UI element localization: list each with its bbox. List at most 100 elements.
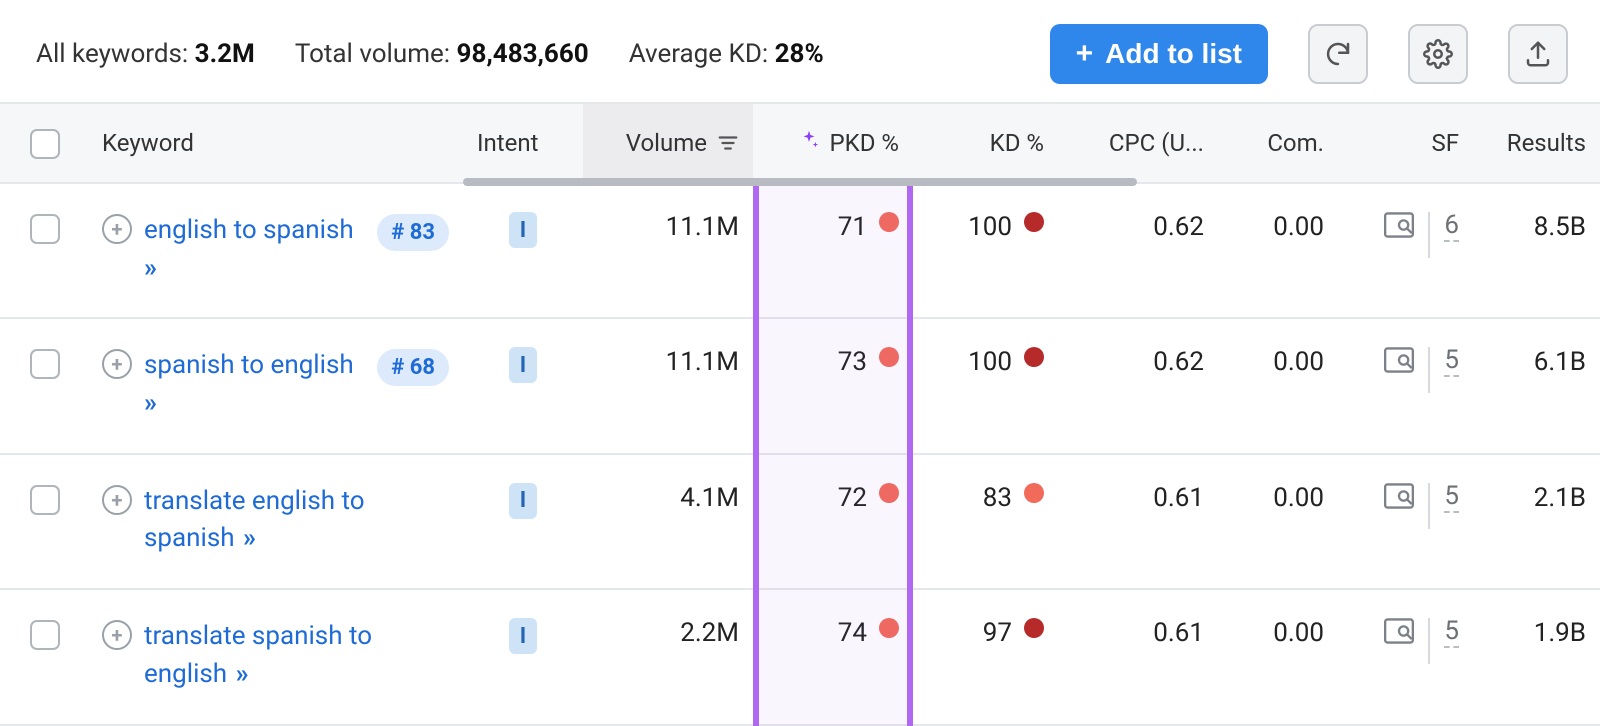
sf-count[interactable]: 6 xyxy=(1444,212,1459,242)
results-cell: 1.9B xyxy=(1473,618,1600,648)
pkd-cell: 71 xyxy=(753,212,913,242)
col-intent-label: Intent xyxy=(477,129,538,157)
cpc-cell: 0.61 xyxy=(1058,483,1218,513)
serp-features-icon xyxy=(1384,212,1414,245)
sf-count[interactable]: 5 xyxy=(1444,347,1459,377)
col-volume-label: Volume xyxy=(626,129,707,157)
keyword-link[interactable]: english to spanish » xyxy=(144,212,365,287)
col-results[interactable]: Results xyxy=(1473,129,1600,157)
kd-cell: 83 xyxy=(913,483,1058,513)
results-cell: 8.5B xyxy=(1473,212,1600,242)
settings-button[interactable] xyxy=(1408,24,1468,84)
col-cpc[interactable]: CPC (U... xyxy=(1058,129,1218,157)
horizontal-scroll-indicator[interactable] xyxy=(463,178,1137,186)
all-keywords-label: All keywords: xyxy=(36,39,195,69)
keyword-link[interactable]: translate english to spanish » xyxy=(144,483,404,558)
intent-cell: I xyxy=(463,347,583,383)
keyword-cell: + english to spanish » # 83 xyxy=(88,212,463,287)
sf-cell[interactable]: 5 xyxy=(1338,483,1473,529)
sf-count[interactable]: 5 xyxy=(1444,618,1459,648)
col-kd-label: KD % xyxy=(990,129,1044,157)
intent-cell: I xyxy=(463,618,583,654)
col-sf[interactable]: SF xyxy=(1338,129,1473,157)
table-row: + english to spanish » # 83 I 11.1M 71 1… xyxy=(0,184,1600,319)
intent-badge: I xyxy=(509,212,537,248)
row-checkbox[interactable] xyxy=(30,620,60,650)
select-all-cell[interactable] xyxy=(0,127,88,159)
expand-keyword-button[interactable]: + xyxy=(102,349,132,379)
row-select-cell[interactable] xyxy=(0,618,88,650)
volume-cell: 2.2M xyxy=(583,618,753,648)
intent-badge: I xyxy=(509,618,537,654)
gear-icon xyxy=(1423,39,1453,69)
col-keyword-label: Keyword xyxy=(102,129,194,157)
chevron-right-icon: » xyxy=(144,388,153,418)
col-pkd[interactable]: PKD % xyxy=(753,104,913,182)
all-keywords-value: 3.2M xyxy=(195,39,255,69)
keyword-cell: + translate spanish to english » xyxy=(88,618,463,693)
refresh-button[interactable] xyxy=(1308,24,1368,84)
kd-difficulty-dot xyxy=(1024,347,1044,367)
row-select-cell[interactable] xyxy=(0,212,88,244)
volume-cell: 11.1M xyxy=(583,347,753,377)
col-intent[interactable]: Intent xyxy=(463,129,583,157)
export-icon xyxy=(1523,39,1553,69)
separator xyxy=(1428,212,1430,258)
row-select-cell[interactable] xyxy=(0,347,88,379)
plus-icon: + xyxy=(1076,39,1094,69)
separator xyxy=(1428,347,1430,393)
kd-difficulty-dot xyxy=(1024,618,1044,638)
kd-cell: 100 xyxy=(913,347,1058,377)
separator xyxy=(1428,483,1430,529)
sf-cell[interactable]: 5 xyxy=(1338,347,1473,393)
all-keywords-metric: All keywords: 3.2M xyxy=(36,39,255,69)
keyword-link[interactable]: translate spanish to english » xyxy=(144,618,404,693)
col-kd[interactable]: KD % xyxy=(913,129,1058,157)
col-com-label: Com. xyxy=(1267,129,1324,157)
sf-cell[interactable]: 5 xyxy=(1338,618,1473,664)
table-header: Keyword Intent Volume PKD % KD % CPC (U.… xyxy=(0,104,1600,184)
chevron-right-icon: » xyxy=(241,523,252,553)
col-volume[interactable]: Volume xyxy=(583,104,753,182)
expand-keyword-button[interactable]: + xyxy=(102,214,132,244)
summary-bar: All keywords: 3.2M Total volume: 98,483,… xyxy=(0,0,1600,102)
serp-features-icon xyxy=(1384,483,1414,516)
pkd-cell: 73 xyxy=(753,347,913,377)
kd-cell: 100 xyxy=(913,212,1058,242)
add-to-list-button[interactable]: + Add to list xyxy=(1050,24,1268,84)
expand-keyword-button[interactable]: + xyxy=(102,485,132,515)
com-cell: 0.00 xyxy=(1218,212,1338,242)
volume-cell: 4.1M xyxy=(583,483,753,513)
chevron-right-icon: » xyxy=(144,253,153,283)
refresh-icon xyxy=(1323,39,1353,69)
sf-cell[interactable]: 6 xyxy=(1338,212,1473,258)
keyword-cell: + translate english to spanish » xyxy=(88,483,463,558)
row-checkbox[interactable] xyxy=(30,214,60,244)
keywords-table: Keyword Intent Volume PKD % KD % CPC (U.… xyxy=(0,102,1600,726)
sort-desc-icon xyxy=(717,132,739,154)
table-row: + spanish to english » # 68 I 11.1M 73 1… xyxy=(0,319,1600,454)
kd-difficulty-dot xyxy=(1024,212,1044,232)
row-checkbox[interactable] xyxy=(30,485,60,515)
cpc-cell: 0.62 xyxy=(1058,347,1218,377)
com-cell: 0.00 xyxy=(1218,483,1338,513)
avg-kd-metric: Average KD: 28% xyxy=(629,39,824,69)
keyword-cell: + spanish to english » # 68 xyxy=(88,347,463,422)
separator xyxy=(1428,618,1430,664)
row-select-cell[interactable] xyxy=(0,483,88,515)
table-row: + translate spanish to english » I 2.2M … xyxy=(0,590,1600,725)
col-pkd-label: PKD % xyxy=(830,129,899,157)
pkd-difficulty-dot xyxy=(879,347,899,367)
expand-keyword-button[interactable]: + xyxy=(102,620,132,650)
keyword-link[interactable]: spanish to english » xyxy=(144,347,365,422)
export-button[interactable] xyxy=(1508,24,1568,84)
pkd-difficulty-dot xyxy=(879,483,899,503)
row-checkbox[interactable] xyxy=(30,349,60,379)
sf-count[interactable]: 5 xyxy=(1444,483,1459,513)
pkd-cell: 74 xyxy=(753,618,913,648)
select-all-checkbox[interactable] xyxy=(30,129,60,159)
col-keyword[interactable]: Keyword xyxy=(88,129,463,157)
total-volume-label: Total volume: xyxy=(295,39,457,69)
col-cpc-label: CPC (U... xyxy=(1109,129,1204,157)
col-com[interactable]: Com. xyxy=(1218,129,1338,157)
